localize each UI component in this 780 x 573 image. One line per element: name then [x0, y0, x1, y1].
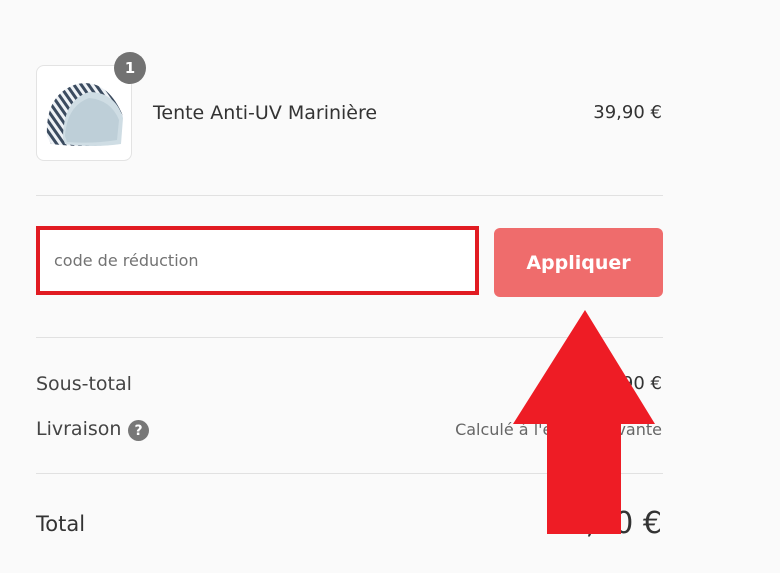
striped-tent-icon	[46, 83, 123, 146]
apply-discount-button[interactable]: Appliquer	[494, 228, 663, 297]
shipping-value: Calculé à l'étape suivante	[455, 420, 662, 439]
product-thumbnail	[36, 65, 132, 161]
total-label: Total	[36, 512, 86, 536]
help-icon[interactable]: ?	[128, 420, 149, 441]
subtotal-label: Sous-total	[36, 373, 132, 395]
product-name: Tente Anti-UV Marinière	[153, 102, 378, 124]
discount-code-input[interactable]	[36, 226, 479, 295]
product-price: 39,90 €	[593, 102, 662, 123]
shipping-label: Livraison	[36, 418, 122, 440]
subtotal-value: 39,90 €	[593, 373, 662, 394]
divider	[36, 473, 663, 474]
total-value: 39,90 €	[547, 506, 662, 541]
divider	[36, 337, 663, 338]
divider	[36, 195, 663, 196]
quantity-badge: 1	[114, 52, 146, 84]
